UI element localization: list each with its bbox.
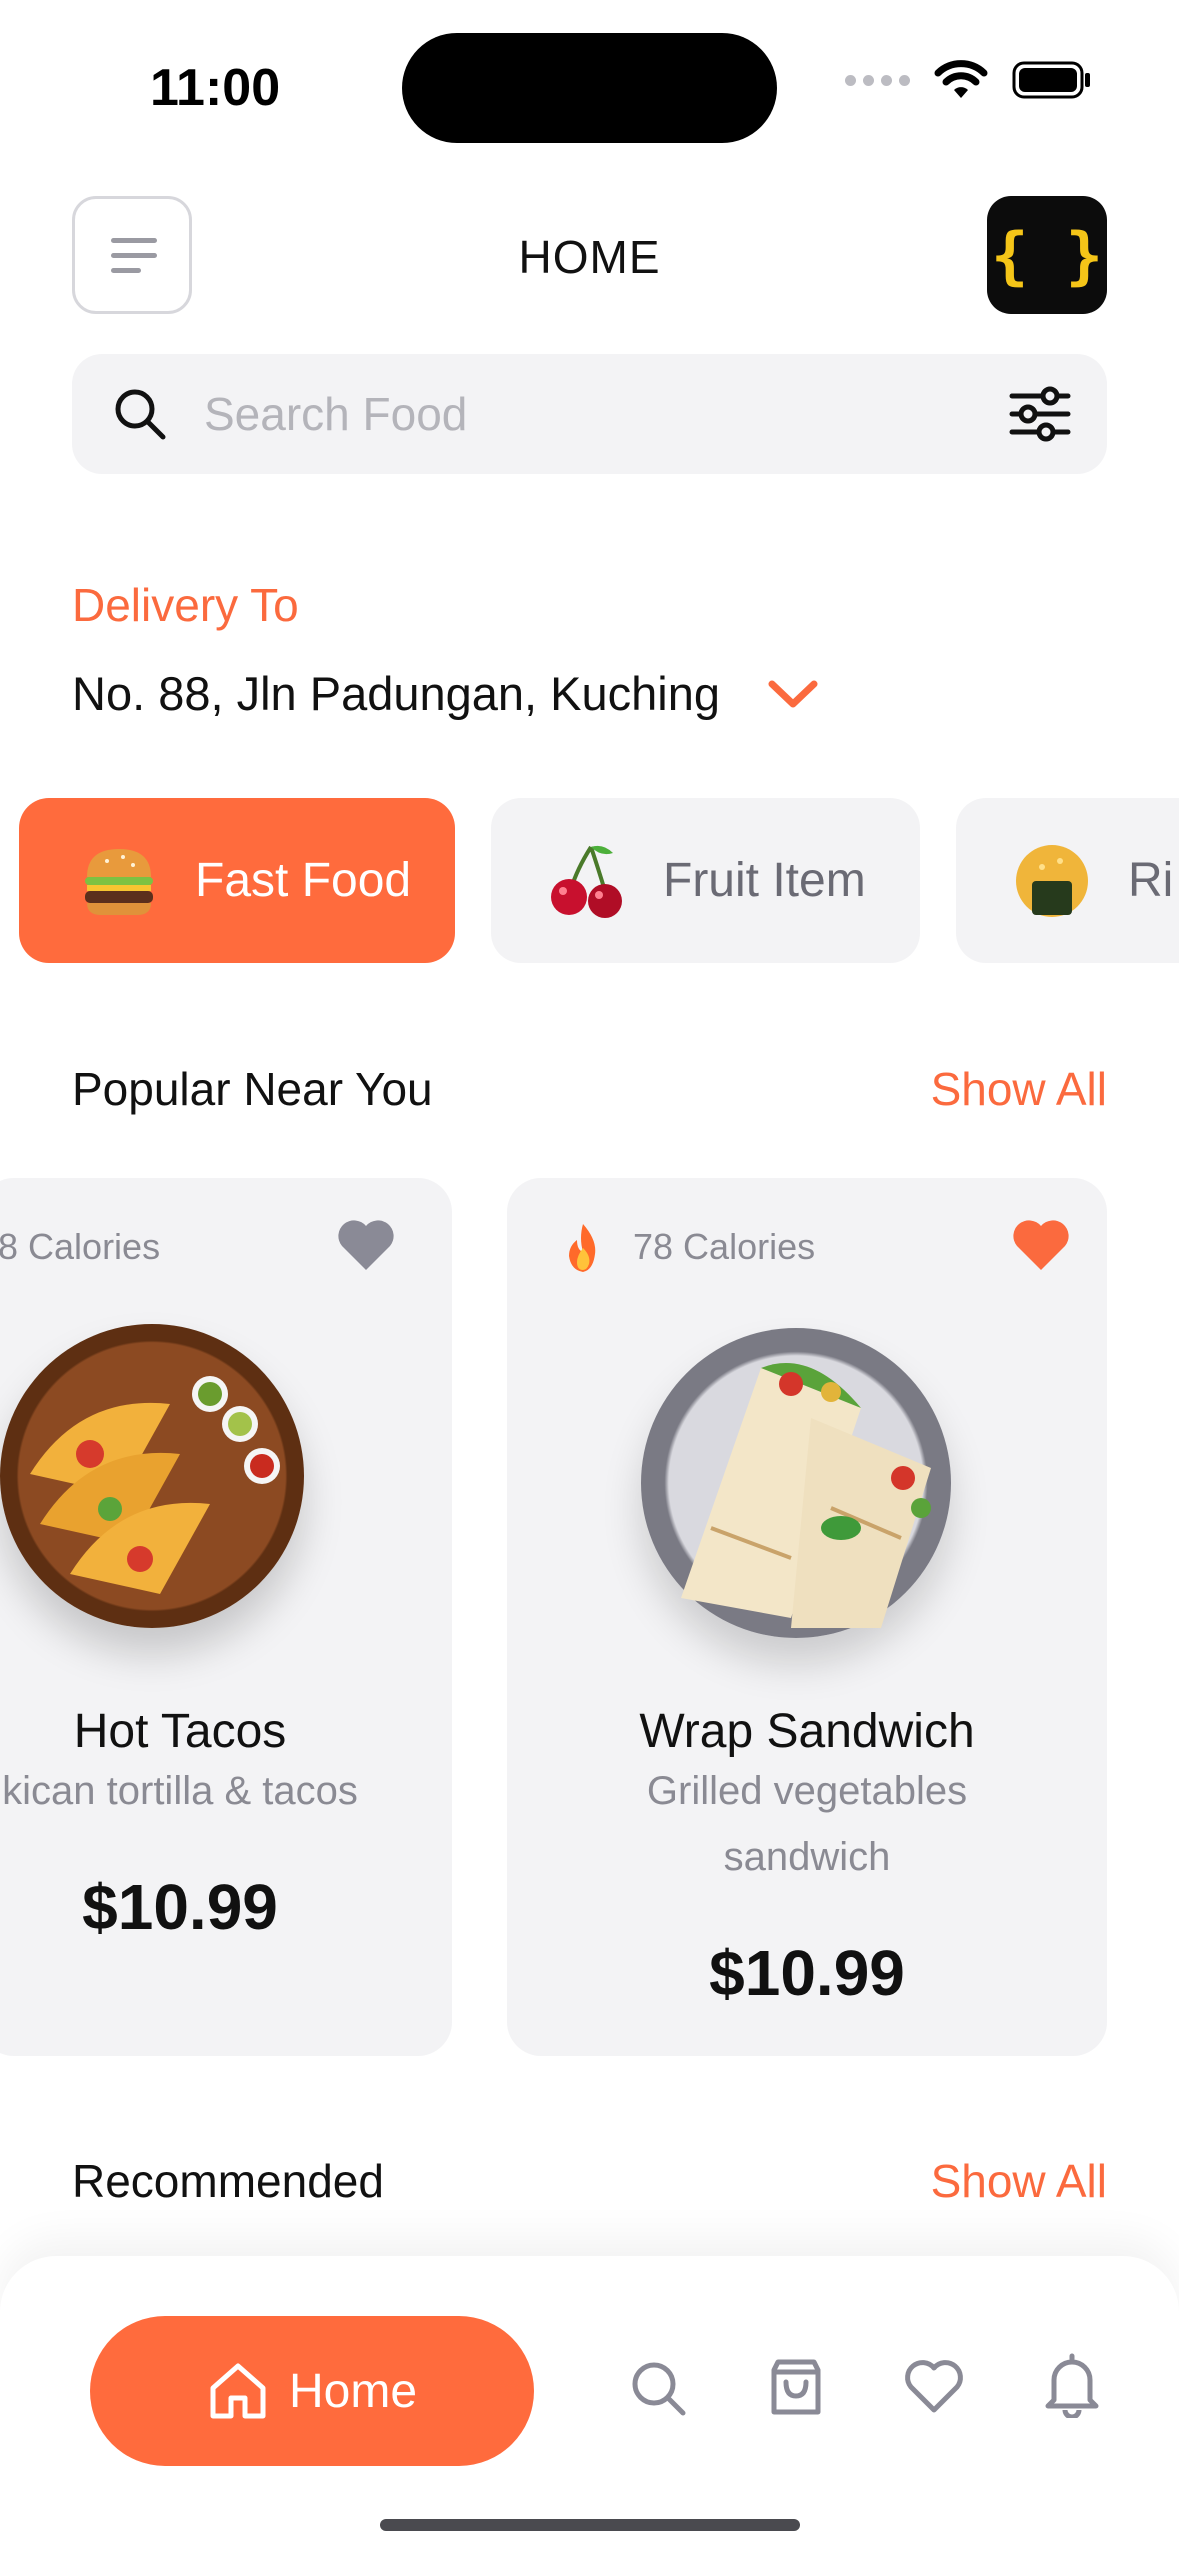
food-price: $10.99 xyxy=(82,1871,278,1943)
category-label: Fast Food xyxy=(195,854,412,907)
food-price: $10.99 xyxy=(709,1937,905,2009)
food-description-line2: sandwich xyxy=(723,1835,891,1879)
food-card-hot-tacos[interactable]: 8 Calories Hot Tacos kican tortilla & ta… xyxy=(0,1178,452,2056)
category-rice[interactable]: Ri xyxy=(956,798,1179,963)
rice-ball-icon xyxy=(1012,841,1092,921)
food-card-wrap-sandwich[interactable]: 78 Calories Wrap Sandwich Grilled vegeta… xyxy=(507,1178,1107,2056)
food-description: kican tortilla & tacos xyxy=(2,1769,358,1813)
favorite-heart-icon[interactable] xyxy=(1011,1218,1071,1272)
search-bar[interactable] xyxy=(72,354,1107,474)
nav-home-label: Home xyxy=(288,2364,418,2418)
category-fruit-item[interactable]: Fruit Item xyxy=(491,798,920,963)
delivery-label: Delivery To xyxy=(72,579,299,631)
fire-icon xyxy=(569,1224,596,1272)
search-icon xyxy=(115,389,166,440)
food-name: Hot Tacos xyxy=(73,1705,287,1758)
status-time: 11:00 xyxy=(150,59,281,117)
recommended-section-title: Recommended xyxy=(72,2155,384,2207)
battery-icon xyxy=(1012,61,1090,99)
filter-icon[interactable] xyxy=(1008,386,1072,442)
cellular-signal-icon xyxy=(845,74,910,86)
dynamic-island xyxy=(402,33,777,143)
nav-home-button[interactable]: Home xyxy=(90,2316,534,2466)
category-label: Ri xyxy=(1128,854,1174,907)
food-description-line1: Grilled vegetables xyxy=(646,1769,968,1813)
search-input[interactable] xyxy=(204,380,1024,448)
status-icons xyxy=(845,60,1092,100)
popular-section-title: Popular Near You xyxy=(72,1063,433,1115)
home-icon xyxy=(210,2363,266,2419)
calories-label: 78 Calories xyxy=(633,1226,816,1267)
bottom-navigation: Home xyxy=(0,2256,1179,2556)
home-indicator xyxy=(380,2519,800,2531)
delivery-address[interactable]: No. 88, Jln Padungan, Kuching xyxy=(72,666,720,721)
wifi-icon xyxy=(934,60,988,98)
burger-icon xyxy=(79,841,159,921)
search-icon[interactable] xyxy=(628,2358,688,2418)
chevron-down-icon[interactable] xyxy=(766,676,820,712)
heart-icon[interactable] xyxy=(904,2358,964,2414)
category-fast-food[interactable]: Fast Food xyxy=(19,798,455,963)
popular-show-all-link[interactable]: Show All xyxy=(931,1062,1107,1116)
recommended-show-all-link[interactable]: Show All xyxy=(931,2154,1107,2208)
bag-icon[interactable] xyxy=(766,2358,826,2418)
bell-icon[interactable] xyxy=(1044,2352,1100,2418)
hot-tacos-image xyxy=(0,1324,304,1628)
wrap-sandwich-image xyxy=(641,1328,951,1638)
cherry-icon xyxy=(547,841,627,921)
category-label: Fruit Item xyxy=(663,854,866,907)
favorite-heart-icon[interactable] xyxy=(336,1218,396,1272)
calories-label: 8 Calories xyxy=(0,1226,161,1267)
food-name: Wrap Sandwich xyxy=(639,1705,975,1758)
app-logo-button[interactable]: { } xyxy=(987,196,1107,314)
